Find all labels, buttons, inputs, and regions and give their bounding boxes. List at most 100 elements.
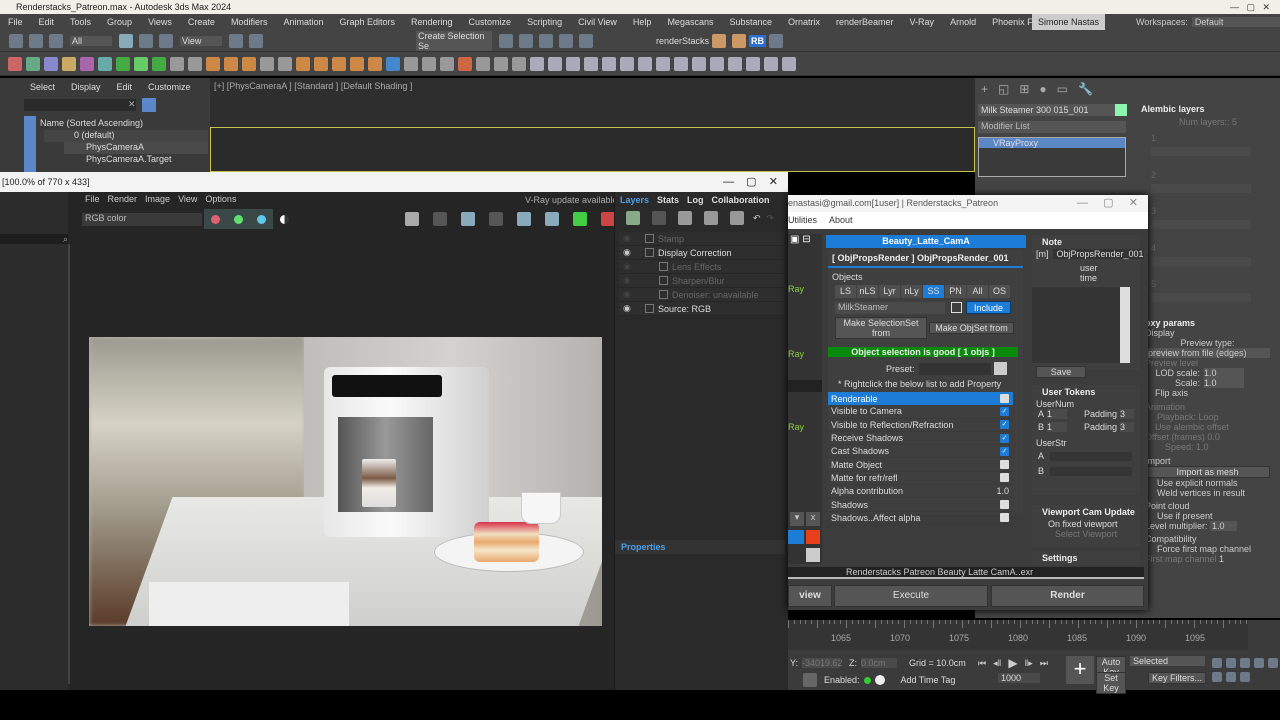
explorer-item[interactable]: PhysCameraA.Target (64, 154, 208, 166)
orbit-icon[interactable] (1226, 672, 1236, 682)
execute-button[interactable]: Execute (834, 585, 988, 607)
vray-tool-icon[interactable] (494, 56, 508, 71)
history-search-icon[interactable]: ⌕ (0, 234, 68, 244)
property-checkbox[interactable]: ✓ (1000, 446, 1009, 456)
vray-tool-icon[interactable] (710, 56, 724, 71)
vray-tool-icon[interactable] (548, 56, 562, 71)
follow-mouse-icon[interactable] (517, 212, 531, 226)
settings-rollout[interactable]: Settings (1032, 551, 1140, 565)
vray-tool-icon[interactable] (152, 56, 166, 71)
use-offset-checkbox[interactable]: Use alembic offset (1145, 422, 1270, 432)
z-coordinate-field[interactable]: 0.0cm (861, 658, 898, 668)
object-name-field[interactable]: Milk Steamer 300 015_001 (978, 104, 1126, 116)
vray-update-notice[interactable]: V-Ray update available! (525, 195, 620, 205)
prev-frame-icon[interactable]: ◂‖ (993, 658, 1001, 669)
adaptive-degradation-icon[interactable] (803, 673, 817, 687)
time-slider-track[interactable]: 1065 1070 1075 1080 1085 1090 1095 (788, 620, 1248, 650)
vray-tool-icon[interactable] (512, 56, 526, 71)
vray-tool-icon[interactable] (80, 56, 94, 71)
vfb-tab-collaboration[interactable]: Collaboration (712, 195, 770, 205)
vfb-menu-file[interactable]: File (85, 194, 100, 204)
vfb-window-controls[interactable]: — ▢ ✕ (723, 172, 778, 192)
green-channel-icon[interactable] (234, 214, 243, 224)
menu-v-ray[interactable]: V-Ray (902, 14, 943, 30)
layer-row[interactable]: 0 (default) (44, 130, 208, 142)
render-icon[interactable] (579, 33, 593, 48)
snap-icon[interactable] (229, 33, 243, 48)
select-icon[interactable] (119, 33, 133, 48)
rollout-title[interactable]: User Tokens (1032, 385, 1140, 399)
selection-dropdown[interactable]: MilkSteamer (835, 301, 945, 314)
vray-tool-icon[interactable] (26, 56, 40, 71)
vfb-layer-row[interactable]: ◉ Display Correction (619, 246, 784, 260)
move-icon[interactable] (139, 33, 153, 48)
filter-all[interactable]: All (967, 285, 988, 298)
delete-layer-icon[interactable] (652, 211, 666, 225)
vray-tool-icon[interactable] (584, 56, 598, 71)
filter-nls[interactable]: nLS (857, 285, 878, 298)
property-checkbox[interactable] (1000, 460, 1009, 470)
vfb-menu-render[interactable]: Render (108, 194, 138, 204)
menu-edit[interactable]: Edit (31, 14, 63, 30)
vray-tool-icon[interactable] (602, 56, 616, 71)
num-layers-spinner[interactable]: 5 (1232, 117, 1237, 127)
save-layers-icon[interactable] (678, 211, 692, 225)
renderstacks-add-icon[interactable] (732, 33, 747, 48)
property-row[interactable]: Receive Shadows ✓ (828, 432, 1013, 446)
angle-snap-icon[interactable] (249, 33, 263, 48)
blue-channel-icon[interactable] (257, 214, 266, 224)
rollout-title[interactable]: oxy params (1145, 318, 1270, 328)
object-color-swatch[interactable] (1115, 104, 1127, 116)
mirror-icon[interactable] (499, 33, 513, 48)
pan-icon[interactable] (1212, 672, 1222, 682)
preset-select[interactable] (918, 362, 991, 375)
key-filters-button[interactable]: Key Filters... (1148, 672, 1206, 684)
scale-spinner[interactable]: 1.0 (1204, 378, 1244, 388)
zoom-icon[interactable] (1212, 658, 1222, 668)
modifier-stack-item[interactable]: VRayProxy (979, 138, 1125, 148)
menu-file[interactable]: File (0, 14, 31, 30)
preview-type-select[interactable]: preview from file (edges) (1145, 348, 1270, 358)
visibility-eye-icon[interactable]: ◉ (623, 275, 631, 286)
vfb-tab-log[interactable]: Log (687, 195, 704, 205)
str-b-field[interactable] (1050, 466, 1133, 476)
play-icon[interactable]: ▶ (1008, 656, 1017, 670)
vfb-layer-row[interactable]: ◉ Source: RGB (619, 302, 784, 316)
vray-tool-icon[interactable] (422, 56, 436, 71)
vray-tool-icon[interactable] (530, 56, 544, 71)
hierarchy-tab-icon[interactable]: ⊞ (1019, 82, 1029, 96)
alpha-channel-icon[interactable] (280, 214, 289, 224)
layer-list-icon[interactable] (730, 211, 744, 225)
vfb-menu-options[interactable]: Options (205, 194, 236, 204)
explicit-normals-checkbox[interactable]: Use explicit normals (1145, 478, 1270, 488)
rollout-title[interactable]: Note (1032, 235, 1140, 249)
vray-tool-icon[interactable] (296, 56, 310, 71)
menu-megascans[interactable]: Megascans (659, 14, 721, 30)
vray-tool-icon[interactable] (62, 56, 76, 71)
explorer-search-input[interactable] (24, 99, 136, 111)
viewport[interactable]: [+] [PhysCameraA ] [Standard ] [Default … (210, 78, 975, 172)
workspace-select[interactable]: Default (1191, 17, 1280, 27)
first-map-spinner[interactable]: 1 (1219, 554, 1224, 564)
compare-icon[interactable] (489, 212, 503, 226)
vray-tool-icon[interactable] (98, 56, 112, 71)
pass-label[interactable]: Ray (788, 284, 804, 294)
vray-tool-icon[interactable] (692, 56, 706, 71)
vray-tool-icon[interactable] (8, 56, 22, 71)
preview-button[interactable]: view (788, 585, 832, 607)
vray-tool-icon[interactable] (674, 56, 688, 71)
menu-group[interactable]: Group (99, 14, 140, 30)
explorer-mode-bar[interactable] (24, 116, 36, 172)
y-coordinate-field[interactable]: -34019.62 (802, 658, 843, 668)
filter-nly[interactable]: nLy (901, 285, 922, 298)
workspaces[interactable]: Workspaces: Default (1136, 14, 1280, 30)
vfb-tab-stats[interactable]: Stats (657, 195, 679, 205)
menu-scripting[interactable]: Scripting (519, 14, 570, 30)
alembic-layer-checkbox[interactable]: 1 (1151, 133, 1156, 143)
undo-icon[interactable] (9, 33, 23, 48)
vfb-menu-image[interactable]: Image (145, 194, 170, 204)
stack-panel-icons[interactable]: ▣ ⊟ (788, 234, 822, 245)
property-checkbox[interactable] (1000, 473, 1009, 483)
edit-preset-icon[interactable] (993, 362, 1007, 375)
fov-icon[interactable] (1268, 658, 1278, 668)
